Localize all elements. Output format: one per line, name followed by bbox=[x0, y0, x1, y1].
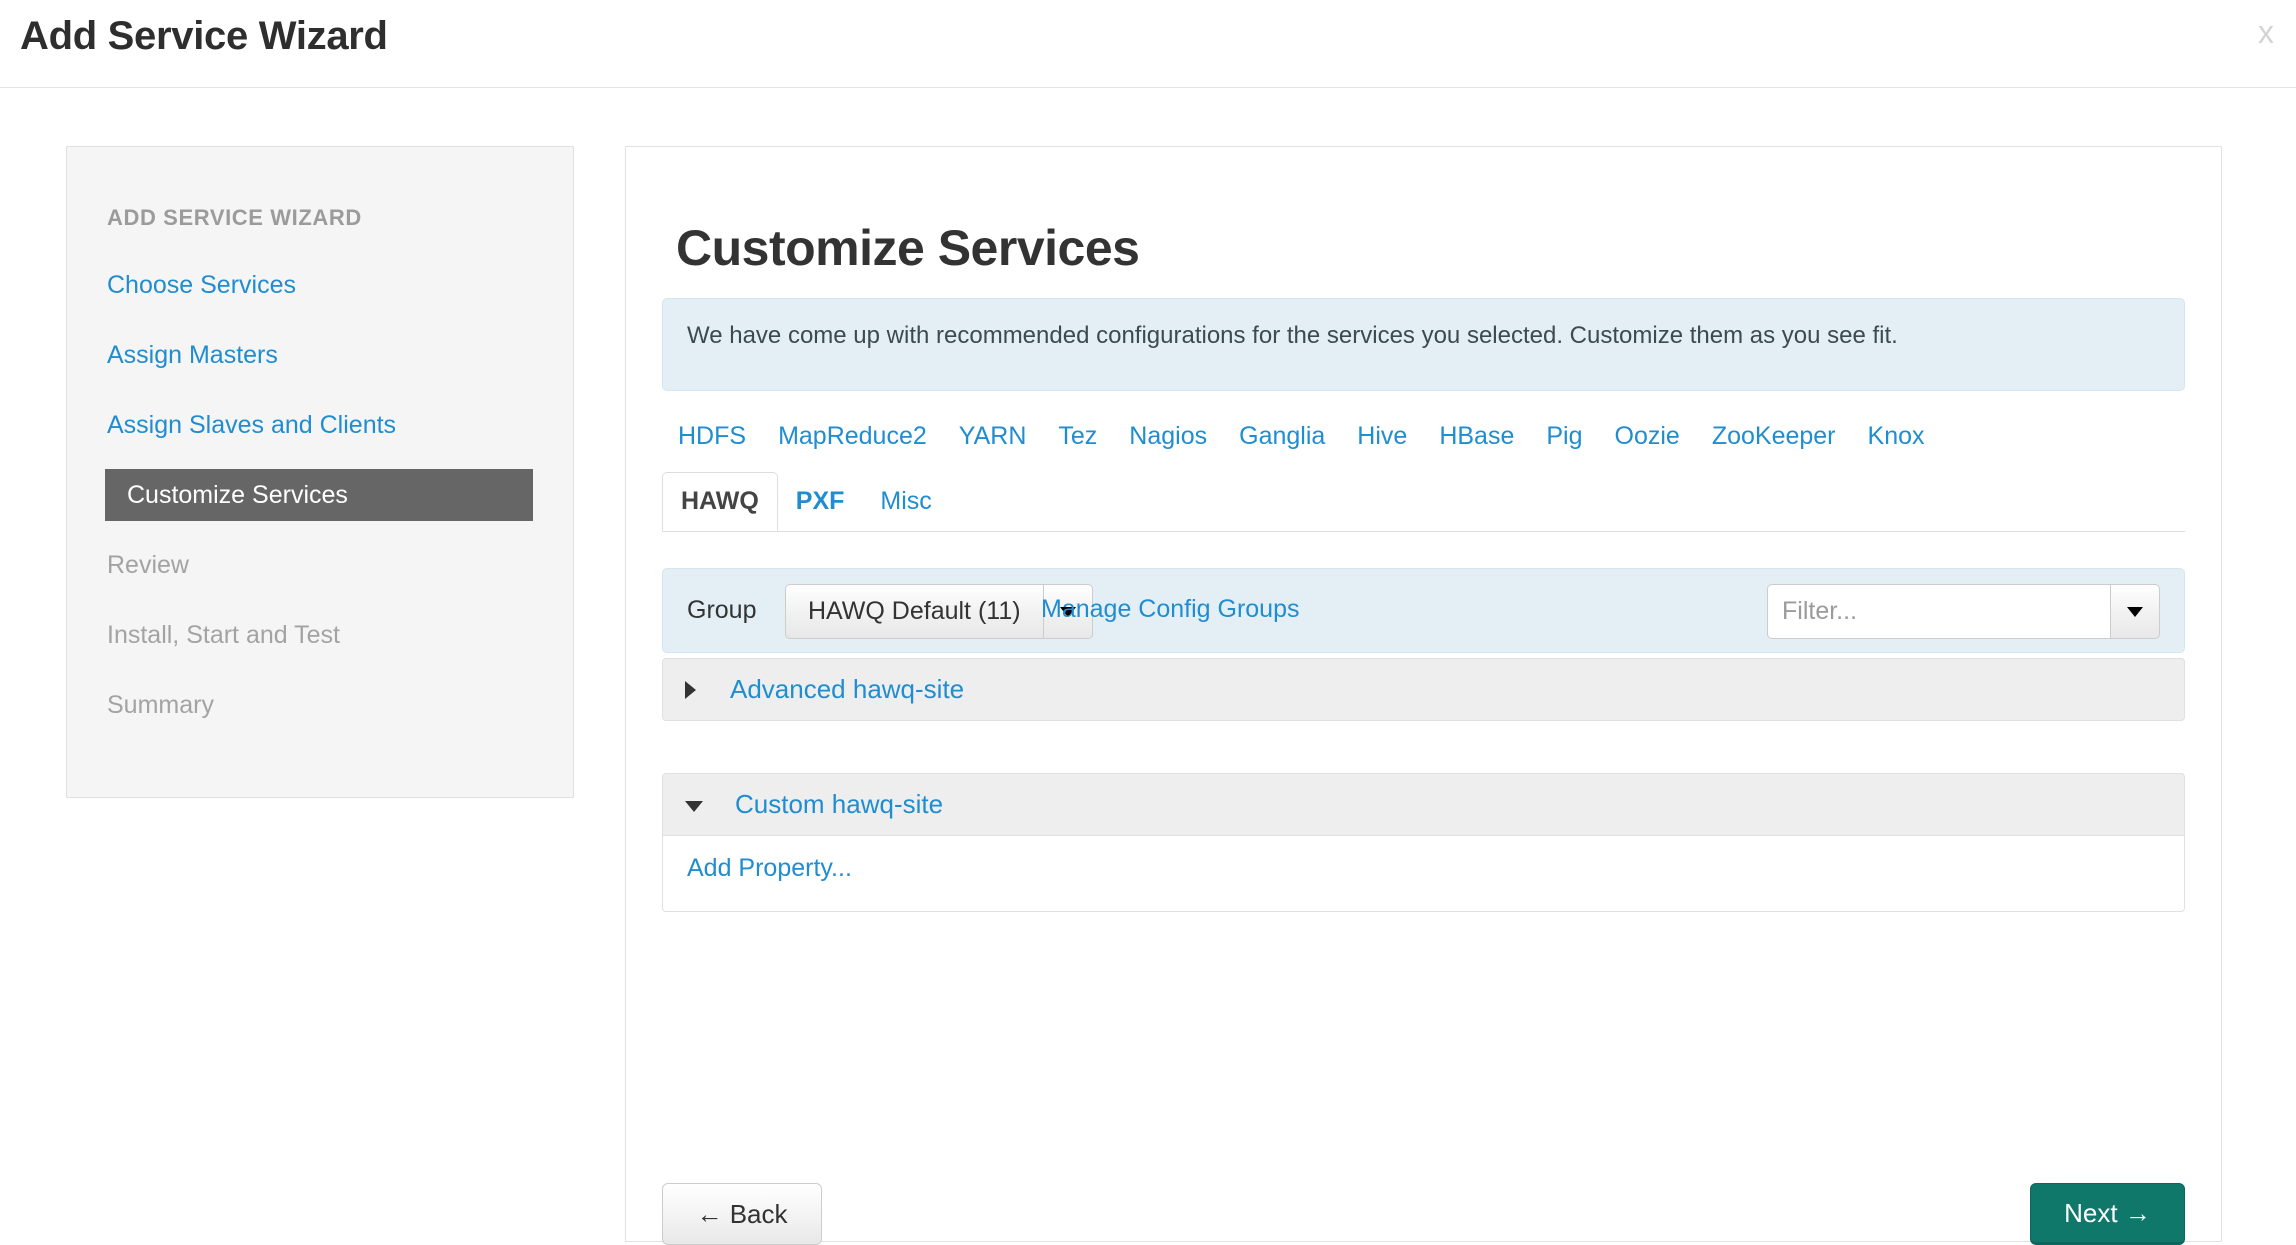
tab-knox[interactable]: Knox bbox=[1852, 412, 1941, 460]
sidebar-item-assign-slaves-and-clients[interactable]: Assign Slaves and Clients bbox=[67, 399, 573, 451]
window-title: Add Service Wizard bbox=[20, 14, 388, 58]
accordion-custom-hawq-site: Custom hawq-site Add Property... bbox=[662, 773, 2185, 912]
info-banner: We have come up with recommended configu… bbox=[662, 298, 2185, 391]
chevron-down-icon bbox=[2127, 606, 2143, 617]
filter-dropdown-caret[interactable] bbox=[2110, 584, 2160, 639]
tab-hawq[interactable]: HAWQ bbox=[662, 472, 778, 531]
accordion-advanced-hawq-site: Advanced hawq-site bbox=[662, 658, 2185, 721]
sidebar-item-install-start-and-test: Install, Start and Test bbox=[107, 621, 340, 649]
manage-config-groups-link[interactable]: Manage Config Groups bbox=[1041, 595, 1299, 624]
tab-yarn[interactable]: YARN bbox=[943, 412, 1043, 460]
service-tabs: HDFS MapReduce2 YARN Tez Nagios Ganglia … bbox=[662, 412, 2185, 472]
group-label: Group bbox=[687, 596, 757, 624]
main-content-panel: Customize Services We have come up with … bbox=[625, 146, 2222, 1245]
window-header: Add Service Wizard x bbox=[0, 0, 2296, 88]
sidebar-heading: ADD SERVICE WIZARD bbox=[107, 205, 362, 230]
config-group-select-value[interactable]: HAWQ Default (11) bbox=[785, 584, 1043, 639]
tab-misc[interactable]: Misc bbox=[862, 472, 949, 531]
tab-zookeeper[interactable]: ZooKeeper bbox=[1696, 412, 1852, 460]
accordion-title-custom-hawq-site[interactable]: Custom hawq-site bbox=[735, 789, 943, 820]
sidebar-item-assign-masters[interactable]: Assign Masters bbox=[67, 329, 573, 381]
triangle-right-icon bbox=[685, 680, 696, 699]
tab-mapreduce2[interactable]: MapReduce2 bbox=[762, 412, 943, 460]
accordion-body-custom-hawq-site: Add Property... bbox=[662, 836, 2185, 912]
accordion-header-custom-hawq-site[interactable]: Custom hawq-site bbox=[662, 773, 2185, 836]
service-sub-tabs: HAWQ PXF Misc bbox=[662, 472, 2185, 532]
tab-nagios[interactable]: Nagios bbox=[1113, 412, 1223, 460]
page-title: Customize Services bbox=[676, 220, 1140, 276]
sidebar-item-choose-services[interactable]: Choose Services bbox=[67, 259, 573, 311]
info-banner-text: We have come up with recommended configu… bbox=[687, 322, 1898, 349]
tab-ganglia[interactable]: Ganglia bbox=[1223, 412, 1341, 460]
add-property-link[interactable]: Add Property... bbox=[687, 854, 852, 882]
tab-pxf[interactable]: PXF bbox=[778, 472, 863, 531]
accordion-header-advanced-hawq-site[interactable]: Advanced hawq-site bbox=[662, 658, 2185, 721]
wizard-sidebar: ADD SERVICE WIZARD Choose Services Assig… bbox=[66, 146, 574, 798]
tab-hbase[interactable]: HBase bbox=[1423, 412, 1530, 460]
sidebar-item-summary: Summary bbox=[107, 691, 214, 719]
back-button[interactable]: ← Back bbox=[662, 1183, 822, 1245]
tab-hive[interactable]: Hive bbox=[1341, 412, 1423, 460]
tab-pig[interactable]: Pig bbox=[1530, 412, 1598, 460]
sidebar-item-review: Review bbox=[107, 551, 189, 579]
tab-tez[interactable]: Tez bbox=[1042, 412, 1113, 460]
tab-oozie[interactable]: Oozie bbox=[1599, 412, 1696, 460]
close-icon[interactable]: x bbox=[2258, 16, 2274, 48]
triangle-down-icon bbox=[685, 800, 703, 812]
accordion-title-advanced-hawq-site[interactable]: Advanced hawq-site bbox=[730, 674, 964, 705]
sidebar-item-customize-services[interactable]: Customize Services bbox=[105, 469, 533, 521]
filter-control bbox=[1767, 584, 2160, 639]
wizard-body: ADD SERVICE WIZARD Choose Services Assig… bbox=[0, 88, 2296, 1245]
config-group-bar: Group HAWQ Default (11) Manage Config Gr… bbox=[662, 568, 2185, 653]
tab-hdfs[interactable]: HDFS bbox=[662, 412, 762, 460]
filter-input[interactable] bbox=[1767, 584, 2110, 639]
sidebar-nav-list: Choose Services Assign Masters Assign Sl… bbox=[67, 259, 573, 749]
next-button[interactable]: Next → bbox=[2030, 1183, 2185, 1245]
